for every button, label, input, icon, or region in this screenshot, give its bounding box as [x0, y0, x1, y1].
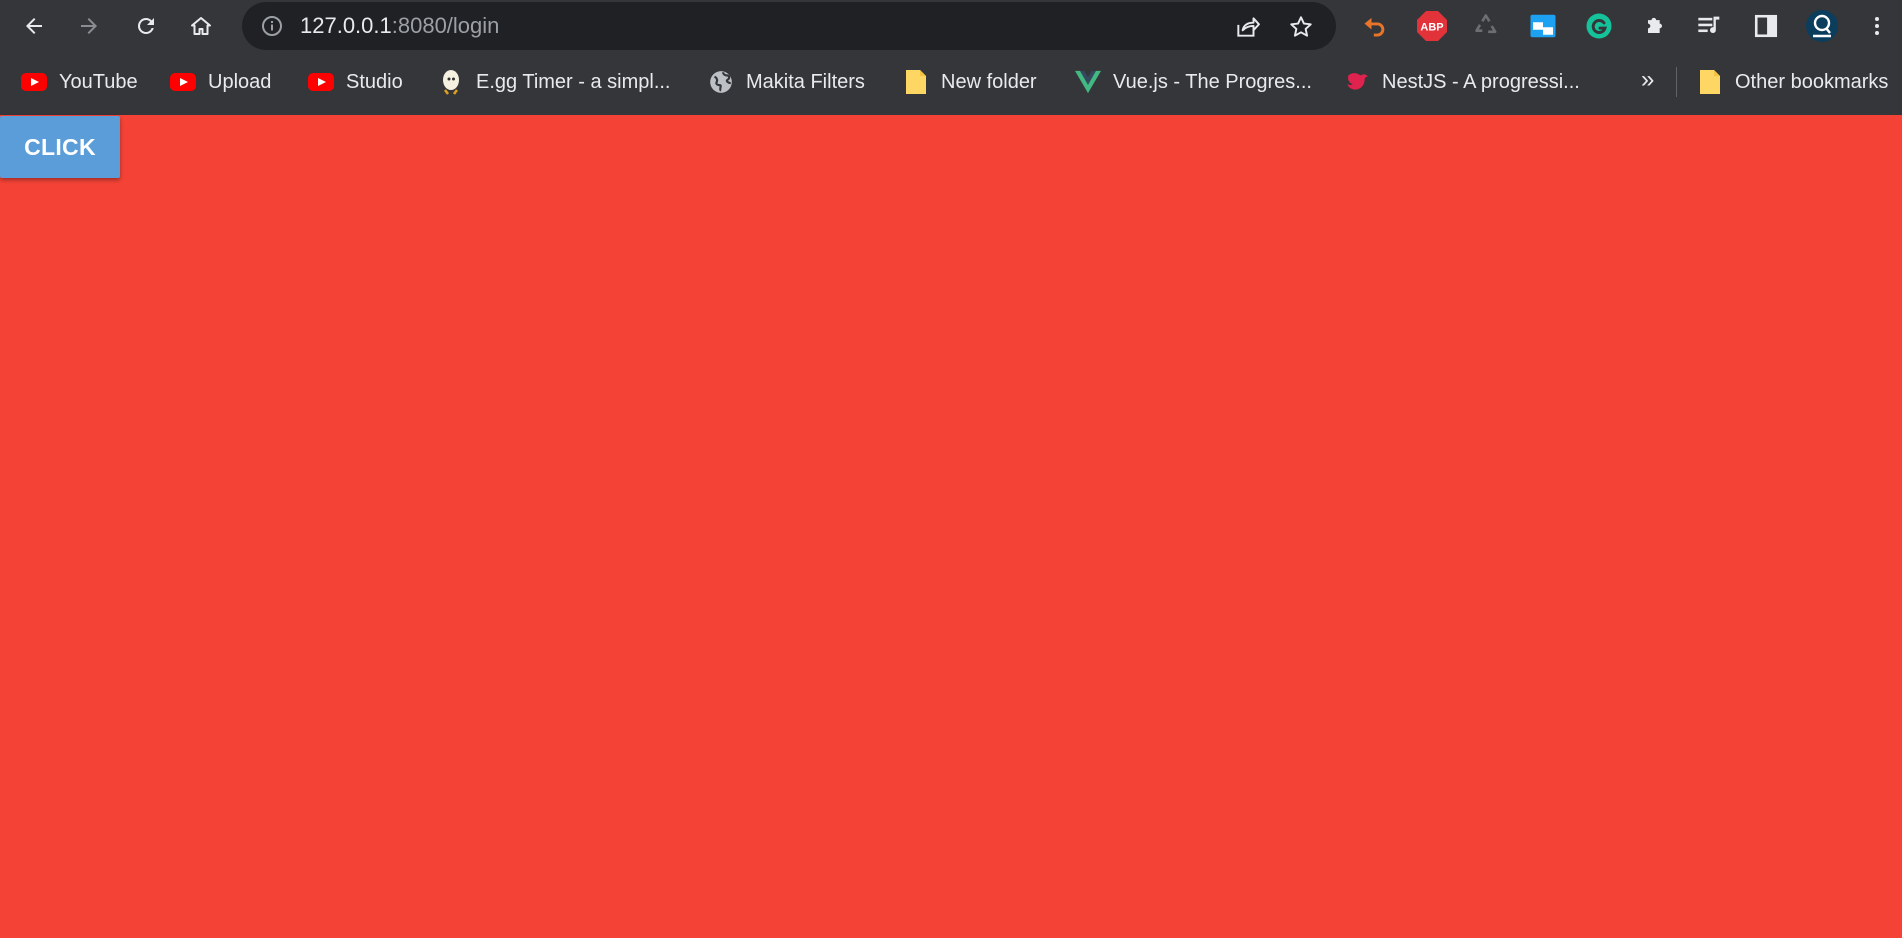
bookmark-label: YouTube	[59, 70, 138, 93]
bookmark-upload[interactable]: Upload	[170, 65, 271, 99]
bookmark-label: Upload	[208, 70, 272, 93]
bookmark-studio[interactable]: Studio	[308, 65, 403, 99]
bookmark-label: Studio	[346, 70, 403, 93]
youtube-icon	[21, 69, 47, 95]
youtube-icon	[170, 69, 196, 95]
svg-text:ABP: ABP	[1420, 22, 1443, 34]
forward-button[interactable]	[71, 8, 107, 44]
home-icon	[191, 17, 211, 35]
arrow-left-icon	[26, 18, 42, 34]
recycle-extension-icon[interactable]	[1470, 9, 1504, 43]
grammarly-icon[interactable]	[1582, 9, 1616, 43]
window-extension-icon[interactable]	[1526, 9, 1560, 43]
folder-icon	[903, 69, 929, 95]
browser-menu-icon[interactable]	[1860, 9, 1894, 43]
bookmarks-overflow-chevron[interactable]: »	[1641, 66, 1654, 94]
bookmark-label: E.gg Timer - a simpl...	[476, 70, 671, 93]
address-bar[interactable]: 127.0.0.1:8080/login	[242, 2, 1336, 50]
bookmark-label: Other bookmarks	[1735, 70, 1889, 93]
bookmark-vuejs[interactable]: Vue.js - The Progres...	[1075, 65, 1312, 99]
reload-icon	[137, 17, 154, 34]
bookmark-label: NestJS - A progressi...	[1382, 70, 1580, 93]
bookmark-label: New folder	[941, 70, 1037, 93]
media-queue-icon[interactable]	[1693, 9, 1727, 43]
bookmark-new-folder[interactable]: New folder	[903, 65, 1037, 99]
bookmark-youtube[interactable]: YouTube	[21, 65, 138, 99]
globe-icon	[708, 69, 734, 95]
vue-icon	[1075, 69, 1101, 95]
click-button[interactable]: CLICK	[0, 116, 120, 178]
adblock-plus-icon[interactable]: ABP	[1415, 9, 1449, 43]
extensions-puzzle-icon[interactable]	[1638, 9, 1672, 43]
bookmark-label: Makita Filters	[746, 70, 865, 93]
back-button[interactable]	[16, 8, 52, 44]
nestjs-icon	[1344, 69, 1370, 95]
bookmark-makita-filters[interactable]: Makita Filters	[708, 65, 865, 99]
url-path: :8080/login	[391, 13, 500, 38]
bookmark-other-bookmarks[interactable]: Other bookmarks	[1697, 65, 1888, 99]
share-icon[interactable]	[1234, 14, 1260, 40]
browser-toolbar: 127.0.0.1:8080/login ABP	[0, 0, 1902, 52]
profile-avatar[interactable]	[1805, 9, 1839, 43]
bookmark-label: Vue.js - The Progres...	[1113, 70, 1312, 93]
url-host: 127.0.0.1	[300, 13, 392, 38]
undo-extension-icon[interactable]	[1358, 9, 1392, 43]
bookmarks-separator	[1676, 67, 1677, 97]
bookmark-egg-timer[interactable]: E.gg Timer - a simpl...	[438, 65, 671, 99]
folder-icon	[1697, 69, 1723, 95]
info-icon[interactable]	[260, 14, 284, 38]
home-button[interactable]	[183, 8, 219, 44]
bookmark-nestjs[interactable]: NestJS - A progressi...	[1344, 65, 1580, 99]
browser-chrome: 127.0.0.1:8080/login ABP YouTube Upload …	[0, 0, 1902, 115]
star-icon[interactable]	[1288, 14, 1314, 40]
youtube-icon	[308, 69, 334, 95]
reload-button[interactable]	[128, 8, 164, 44]
arrow-right-icon	[81, 18, 97, 34]
side-panel-icon[interactable]	[1749, 9, 1783, 43]
address-url[interactable]: 127.0.0.1:8080/login	[300, 13, 499, 39]
bookmarks-bar: YouTube Upload Studio E.gg Timer - a sim…	[0, 57, 1902, 109]
page-content: CLICK	[0, 115, 1902, 938]
egg-timer-icon	[438, 69, 464, 95]
